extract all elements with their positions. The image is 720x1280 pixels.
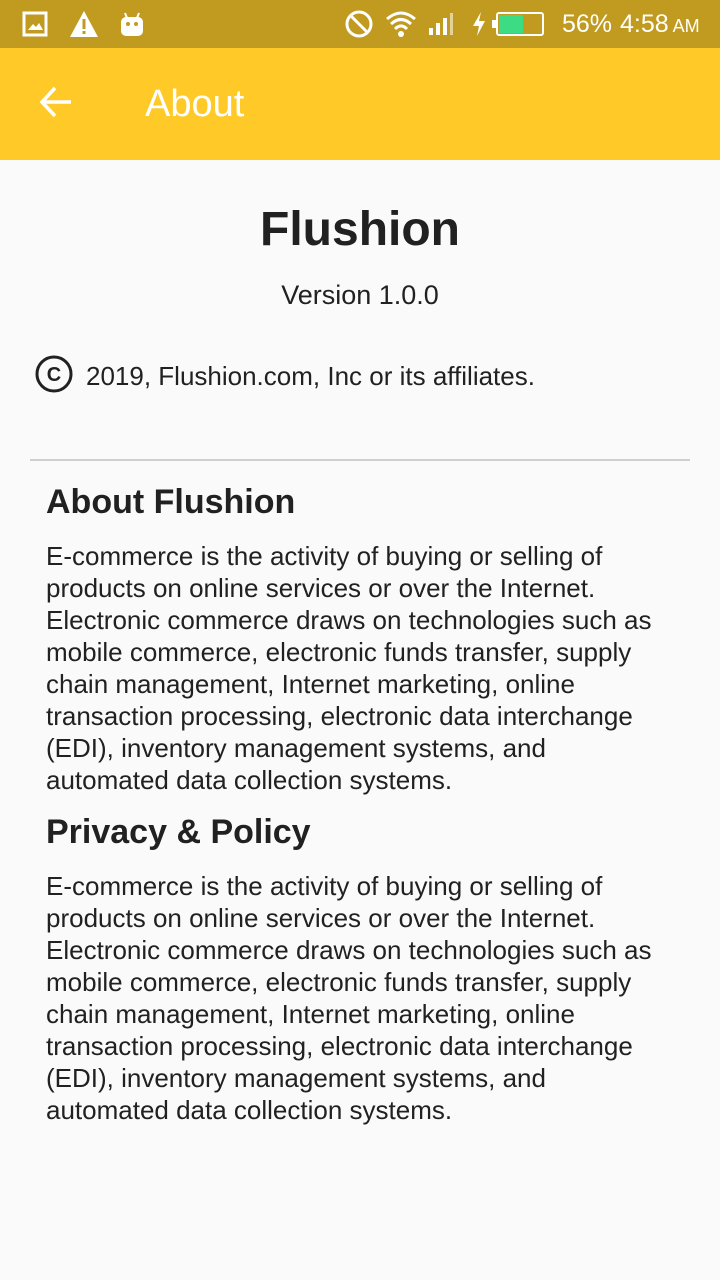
divider [30,459,690,461]
warning-icon [68,0,100,48]
section-about: About Flushion E-commerce is the activit… [46,482,676,796]
wifi-icon [385,0,417,48]
app-bar: About [0,48,720,160]
battery-percent: 56% [562,10,613,38]
arrow-back-icon [38,84,74,125]
battery-icon [492,0,546,48]
copyright-row: C 2019, Flushion.com, Inc or its affilia… [34,354,535,399]
section-heading: About Flushion [46,483,296,521]
clock: 4:58 AM [620,0,700,48]
clock-ampm: AM [672,16,700,36]
copyright-symbol: C [47,364,61,386]
section-privacy-policy: Privacy & Policy E-commerce is the activ… [46,812,676,1126]
android-icon [118,0,146,48]
about-content: Flushion Version 1.0.0 C 2019, Flushion.… [0,160,720,1280]
section-heading: Privacy & Policy [46,813,311,851]
image-icon [22,0,48,48]
signal-icon [427,0,455,48]
charging-icon [471,0,487,48]
do-not-disturb-icon [344,0,374,48]
section-body: E-commerce is the activity of buying or … [46,871,652,1125]
page-title: About [145,83,245,125]
clock-time: 4:58 [620,10,669,38]
app-name: Flushion [260,203,460,256]
back-button[interactable] [24,72,88,136]
copyright-icon: C [34,354,74,399]
section-body: E-commerce is the activity of buying or … [46,541,652,795]
copyright-text: 2019, Flushion.com, Inc or its affiliate… [86,360,535,391]
app-version: Version 1.0.0 [281,280,439,310]
status-bar: 56% 4:58 AM [0,0,720,48]
